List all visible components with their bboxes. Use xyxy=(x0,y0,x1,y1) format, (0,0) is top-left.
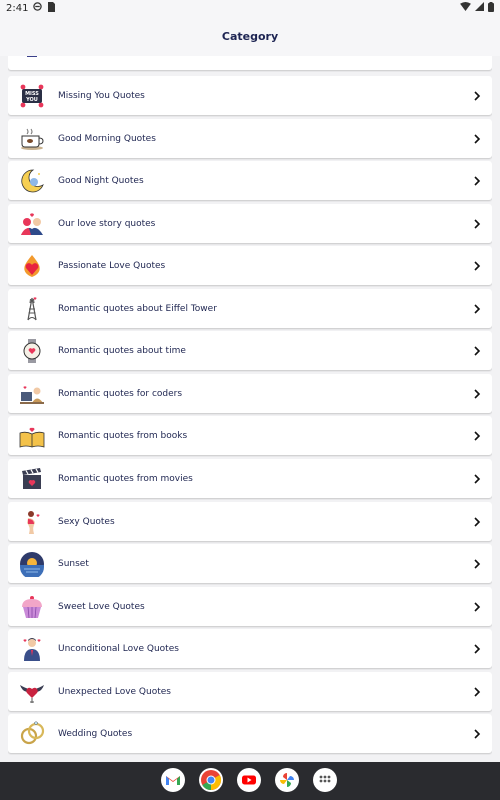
category-item-wedding[interactable]: Wedding Quotes xyxy=(8,714,492,753)
missing-you-sign-icon: MISS YOU xyxy=(18,82,46,110)
couple-icon xyxy=(18,210,46,238)
category-item-books[interactable]: Romantic quotes from books xyxy=(8,416,492,455)
flame-heart-icon xyxy=(18,252,46,280)
chevron-right-icon xyxy=(472,643,482,655)
category-label: Romantic quotes for coders xyxy=(58,388,183,399)
app-bar: Category xyxy=(0,16,500,56)
wifi-icon xyxy=(460,2,471,14)
category-item-sunset[interactable]: Sunset xyxy=(8,544,492,583)
category-label: Passionate Love Quotes xyxy=(58,260,166,271)
category-label: Romantic quotes about time xyxy=(58,345,186,356)
category-label: Missing You Quotes xyxy=(58,90,145,101)
chevron-right-icon xyxy=(472,430,482,442)
status-time: 2:41 xyxy=(6,2,29,14)
sim-card-icon xyxy=(47,1,56,15)
watch-icon xyxy=(18,337,46,365)
chevron-right-icon xyxy=(472,516,482,528)
category-label: Our love story quotes xyxy=(58,218,156,229)
clapperboard-icon xyxy=(18,465,46,493)
category-item-unexpected[interactable]: Unexpected Love Quotes xyxy=(8,672,492,711)
guy-with-hearts-icon xyxy=(18,635,46,663)
chevron-right-icon xyxy=(472,218,482,230)
category-item-good-night[interactable]: Good Night Quotes xyxy=(8,161,492,200)
category-label: Romantic quotes about Eiffel Tower xyxy=(58,303,217,314)
system-dock xyxy=(0,762,500,800)
chevron-right-icon xyxy=(472,473,482,485)
category-item-passionate[interactable]: Passionate Love Quotes xyxy=(8,246,492,285)
chevron-right-icon xyxy=(472,728,482,740)
category-label: Romantic quotes from books xyxy=(58,430,188,441)
chevron-right-icon xyxy=(472,260,482,272)
category-item-unconditional[interactable]: Unconditional Love Quotes xyxy=(8,629,492,668)
chevron-right-icon xyxy=(472,601,482,613)
app-drawer-icon[interactable] xyxy=(312,767,338,793)
category-label: Good Night Quotes xyxy=(58,175,144,186)
category-label: Unexpected Love Quotes xyxy=(58,686,171,697)
category-list[interactable]: MISS YOU Missing You Quotes Good Morning… xyxy=(8,56,492,758)
chevron-right-icon xyxy=(472,345,482,357)
chevron-right-icon xyxy=(472,90,482,102)
signal-icon xyxy=(475,2,484,14)
chevron-right-icon xyxy=(472,133,482,145)
eiffel-tower-icon xyxy=(18,295,46,323)
category-item-eiffel-tower[interactable]: Romantic quotes about Eiffel Tower xyxy=(8,289,492,328)
winged-heart-icon xyxy=(18,678,46,706)
photos-icon[interactable] xyxy=(274,767,300,793)
open-book-icon xyxy=(18,422,46,450)
category-item-sexy[interactable]: Sexy Quotes xyxy=(8,502,492,541)
status-bar: 2:41 xyxy=(0,0,500,16)
category-item-missing-you[interactable]: MISS YOU Missing You Quotes xyxy=(8,76,492,115)
category-label: Unconditional Love Quotes xyxy=(58,643,179,654)
battery-icon xyxy=(488,1,494,15)
chevron-right-icon xyxy=(472,175,482,187)
chevron-right-icon xyxy=(472,303,482,315)
pin-up-girl-icon xyxy=(18,508,46,536)
category-item-love-story[interactable]: Our love story quotes xyxy=(8,204,492,243)
computer-coder-icon xyxy=(18,380,46,408)
moon-icon xyxy=(18,167,46,195)
do-not-disturb-icon xyxy=(33,2,43,14)
category-label: Sunset xyxy=(58,558,89,569)
sunset-icon xyxy=(18,550,46,578)
coffee-cup-icon xyxy=(18,125,46,153)
category-item-good-morning[interactable]: Good Morning Quotes xyxy=(8,119,492,158)
list-item-partial[interactable] xyxy=(8,56,492,70)
category-item-movies[interactable]: Romantic quotes from movies xyxy=(8,459,492,498)
youtube-icon[interactable] xyxy=(236,767,262,793)
partial-item-icon xyxy=(18,56,46,65)
gmail-icon[interactable] xyxy=(160,767,186,793)
chevron-right-icon xyxy=(472,388,482,400)
category-item-sweet[interactable]: Sweet Love Quotes xyxy=(8,587,492,626)
category-label: Sweet Love Quotes xyxy=(58,601,145,612)
category-label: Sexy Quotes xyxy=(58,516,115,527)
category-label: Wedding Quotes xyxy=(58,728,133,739)
chevron-right-icon xyxy=(472,558,482,570)
category-label: Romantic quotes from movies xyxy=(58,473,193,484)
category-item-time[interactable]: Romantic quotes about time xyxy=(8,331,492,370)
category-label: Good Morning Quotes xyxy=(58,133,156,144)
category-item-coders[interactable]: Romantic quotes for coders xyxy=(8,374,492,413)
svg-text:YOU: YOU xyxy=(25,97,38,103)
page-title: Category xyxy=(221,29,279,43)
chrome-icon[interactable] xyxy=(198,767,224,793)
wedding-rings-icon xyxy=(18,720,46,748)
cupcake-icon xyxy=(18,593,46,621)
chevron-right-icon xyxy=(472,686,482,698)
